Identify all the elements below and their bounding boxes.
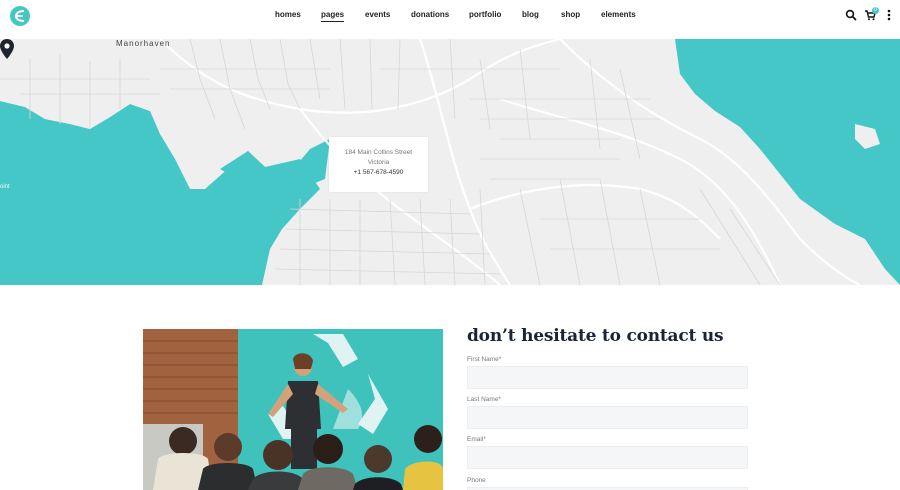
water-east xyxy=(675,39,900,285)
popup-address-line1: 184 Main Collins Street xyxy=(344,149,413,156)
map-canvas xyxy=(0,39,900,285)
last-name-field[interactable] xyxy=(467,406,748,429)
nav-item-shop[interactable]: shop xyxy=(561,10,580,19)
email-field[interactable] xyxy=(467,446,748,469)
nav-item-blog[interactable]: blog xyxy=(522,10,539,19)
last-name-label: Last Name* xyxy=(467,396,501,403)
more-vertical-icon[interactable] xyxy=(883,9,895,21)
first-name-field[interactable] xyxy=(467,366,748,389)
nav-item-elements[interactable]: elements xyxy=(601,10,636,19)
map-label-manorhaven: Manorhaven xyxy=(116,39,171,48)
nav-item-events[interactable]: events xyxy=(365,10,390,19)
nav-item-portfolio[interactable]: portfolio xyxy=(469,10,501,19)
map-label-point: oint xyxy=(0,184,10,190)
map-pin-icon[interactable] xyxy=(0,39,14,59)
nav-item-homes[interactable]: homes xyxy=(275,10,301,19)
nav-item-pages[interactable]: pages xyxy=(321,10,345,22)
popup-address-line2: Victoria xyxy=(367,159,390,166)
popup-phone: +1 567-678-4590 xyxy=(353,169,404,176)
site-header: homes pages events donations portfolio b… xyxy=(0,0,900,39)
phone-label: Phone xyxy=(467,477,486,484)
first-name-label: First Name* xyxy=(467,356,502,363)
map-info-popup: 184 Main Collins Street Victoria +1 567-… xyxy=(329,137,428,192)
contact-heading: don’t hesitate to contact us xyxy=(467,326,724,346)
search-icon[interactable] xyxy=(845,9,857,21)
location-map[interactable]: Manorhaven oint 184 Main Collins Street … xyxy=(0,39,900,285)
cart-count-badge: 0 xyxy=(872,7,879,14)
nav-item-donations[interactable]: donations xyxy=(411,10,449,19)
main-nav: homes pages events donations portfolio b… xyxy=(0,0,900,32)
presentation-photo xyxy=(143,329,443,490)
email-label: Email* xyxy=(467,436,486,443)
